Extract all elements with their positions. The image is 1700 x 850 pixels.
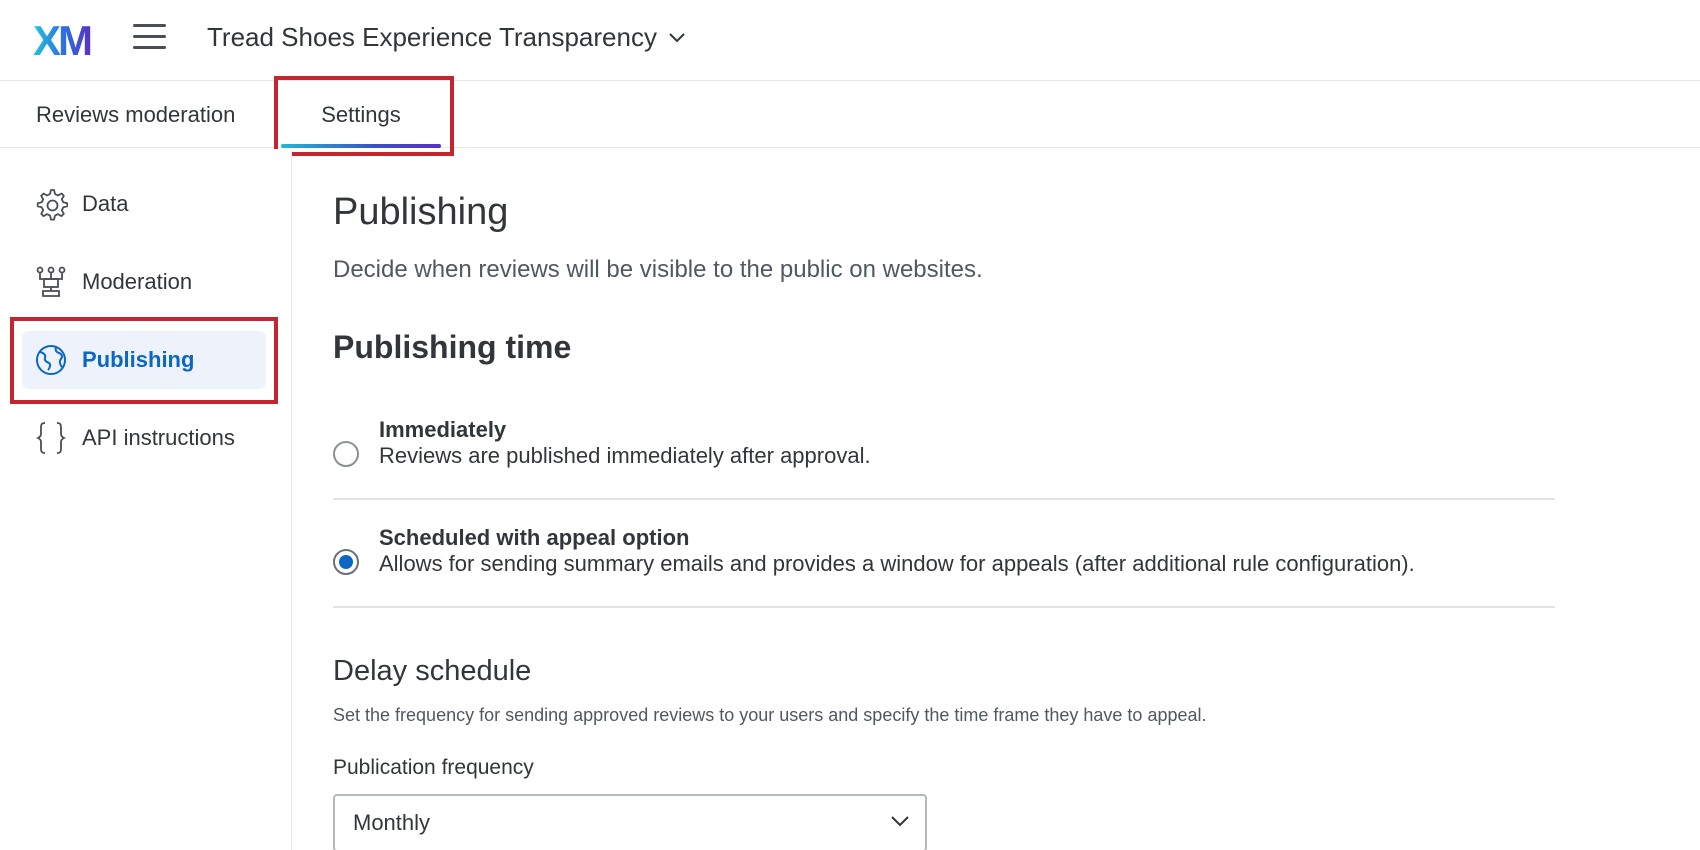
option-scheduled-with-appeal[interactable]: Scheduled with appeal option Allows for … bbox=[333, 525, 1555, 595]
divider bbox=[333, 498, 1555, 500]
option-label: Immediately bbox=[379, 417, 507, 442]
chevron-down-icon bbox=[669, 32, 685, 42]
sidebar-item-data[interactable]: Data bbox=[22, 175, 266, 233]
tab-label: Reviews moderation bbox=[36, 101, 236, 127]
publication-frequency-select[interactable]: Monthly bbox=[333, 794, 927, 850]
chevron-down-icon bbox=[891, 816, 909, 827]
project-selector[interactable]: Tread Shoes Experience Transparency bbox=[207, 22, 685, 53]
option-immediately[interactable]: Immediately Reviews are published immedi… bbox=[333, 417, 1555, 487]
sidebar-item-moderation[interactable]: Moderation bbox=[22, 253, 266, 311]
menu-icon[interactable] bbox=[133, 24, 169, 54]
divider bbox=[333, 606, 1555, 608]
page-title: Publishing bbox=[333, 191, 509, 233]
radio-scheduled-with-appeal[interactable] bbox=[333, 549, 359, 575]
option-description: Reviews are published immediately after … bbox=[379, 443, 871, 468]
sidebar-item-label: Moderation bbox=[82, 269, 193, 294]
tab-reviews-moderation[interactable]: Reviews moderation bbox=[36, 81, 242, 148]
settings-sidebar: Data Moderation Publishing API instructi… bbox=[0, 149, 292, 850]
section-title: Publishing time bbox=[333, 329, 572, 365]
gear-icon bbox=[34, 187, 68, 221]
select-value: Monthly bbox=[353, 810, 431, 835]
globe-icon bbox=[34, 343, 68, 377]
sidebar-item-label: Data bbox=[82, 191, 129, 216]
svg-text:XM: XM bbox=[33, 20, 91, 60]
xm-logo[interactable]: XM bbox=[33, 20, 95, 60]
radio-immediately[interactable] bbox=[333, 441, 359, 467]
sidebar-item-label: Publishing bbox=[82, 347, 195, 372]
publication-frequency-label: Publication frequency bbox=[333, 756, 534, 779]
tab-label: Settings bbox=[321, 101, 401, 127]
sidebar-item-publishing[interactable]: Publishing bbox=[22, 331, 266, 389]
project-title-label: Tread Shoes Experience Transparency bbox=[207, 22, 657, 52]
top-bar: XM Tread Shoes Experience Transparency bbox=[0, 0, 1700, 81]
delay-schedule-description: Set the frequency for sending approved r… bbox=[333, 705, 1207, 725]
page-description: Decide when reviews will be visible to t… bbox=[333, 256, 983, 283]
moderation-icon bbox=[34, 265, 68, 299]
option-description: Allows for sending summary emails and pr… bbox=[379, 551, 1415, 576]
tab-settings[interactable]: Settings bbox=[281, 81, 441, 148]
delay-schedule-title: Delay schedule bbox=[333, 655, 532, 687]
option-label: Scheduled with appeal option bbox=[379, 525, 690, 550]
tab-bar: Reviews moderation Settings bbox=[0, 81, 1700, 148]
sidebar-item-api-instructions[interactable]: API instructions bbox=[22, 409, 266, 467]
active-tab-indicator bbox=[281, 144, 441, 148]
braces-icon bbox=[34, 421, 68, 455]
sidebar-item-label: API instructions bbox=[82, 425, 235, 450]
